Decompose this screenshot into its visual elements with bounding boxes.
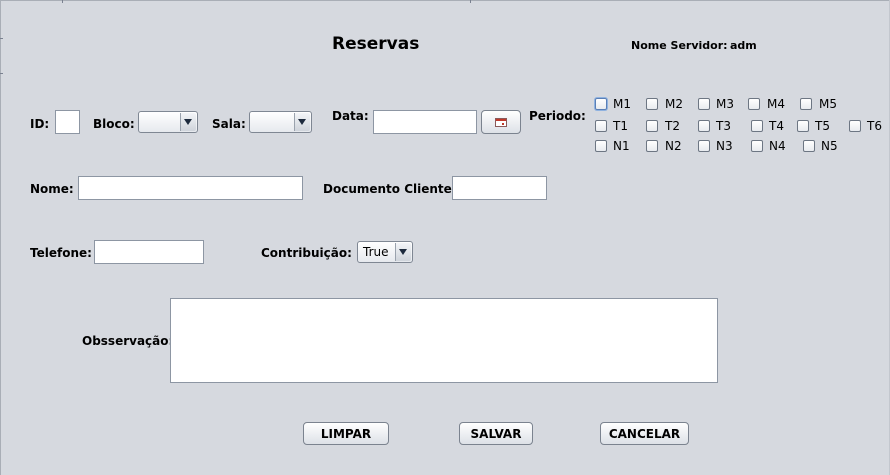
page-title: Reservas — [332, 34, 420, 54]
checkbox-m4[interactable] — [748, 98, 760, 110]
bloco-label: Bloco: — [93, 117, 135, 131]
checkbox-t1-label: T1 — [613, 119, 628, 133]
window-top-border — [0, 0, 890, 1]
telefone-input[interactable] — [94, 240, 204, 264]
checkbox-m3-label: M3 — [716, 97, 734, 111]
nome-input[interactable] — [78, 176, 303, 200]
checkbox-n2-label: N2 — [665, 139, 682, 153]
checkbox-m3[interactable] — [698, 98, 710, 110]
checkbox-m2[interactable] — [646, 98, 658, 110]
checkbox-t4[interactable] — [751, 120, 763, 132]
checkbox-n4-label: N4 — [769, 139, 786, 153]
checkbox-n3-label: N3 — [716, 139, 733, 153]
checkbox-t3-label: T3 — [716, 119, 731, 133]
server-name-label: Nome Servidor: — [631, 39, 728, 52]
window-left-border — [0, 0, 1, 475]
checkbox-t6-label: T6 — [867, 119, 882, 133]
id-label: ID: — [30, 117, 50, 131]
checkbox-t2[interactable] — [646, 120, 658, 132]
top-edge-tick — [470, 0, 471, 3]
checkbox-t5-label: T5 — [815, 119, 830, 133]
data-label: Data: — [332, 109, 369, 123]
date-picker-button[interactable] — [481, 110, 521, 134]
checkbox-n1[interactable] — [595, 140, 607, 152]
contribuicao-select-value: True — [363, 245, 389, 259]
nome-label: Nome: — [30, 182, 74, 196]
left-edge-tick — [0, 38, 3, 39]
checkbox-t4-label: T4 — [769, 119, 784, 133]
checkbox-n3[interactable] — [698, 140, 710, 152]
salvar-button[interactable]: SALVAR — [459, 422, 533, 445]
checkbox-t5[interactable] — [797, 120, 809, 132]
checkbox-m2-label: M2 — [665, 97, 683, 111]
checkbox-t6[interactable] — [849, 120, 861, 132]
checkbox-t3[interactable] — [698, 120, 710, 132]
contribuicao-label: Contribuição: — [261, 246, 352, 260]
id-input[interactable] — [55, 110, 80, 134]
chevron-down-icon[interactable] — [180, 113, 196, 131]
checkbox-m1-label: M1 — [613, 97, 631, 111]
checkbox-n5[interactable] — [803, 140, 815, 152]
observacao-label: Obsservação: — [82, 334, 174, 348]
checkbox-n2[interactable] — [646, 140, 658, 152]
checkbox-n4[interactable] — [751, 140, 763, 152]
checkbox-m4-label: M4 — [767, 97, 785, 111]
date-input[interactable] — [373, 110, 477, 134]
checkbox-m1[interactable] — [595, 98, 607, 110]
checkbox-n1-label: N1 — [613, 139, 630, 153]
checkbox-m5-label: M5 — [819, 97, 837, 111]
checkbox-m5[interactable] — [800, 98, 812, 110]
documento-input[interactable] — [452, 176, 547, 200]
documento-label: Documento Cliente: — [323, 182, 457, 196]
checkbox-t1[interactable] — [595, 120, 607, 132]
observacao-textarea[interactable] — [170, 298, 718, 383]
contribuicao-select[interactable]: True — [357, 241, 413, 263]
bloco-select[interactable] — [138, 111, 198, 133]
cancelar-button[interactable]: CANCELAR — [600, 422, 689, 445]
checkbox-t2-label: T2 — [665, 119, 680, 133]
server-name-value: adm — [730, 39, 757, 52]
sala-label: Sala: — [212, 117, 246, 131]
periodo-label: Periodo: — [529, 109, 586, 123]
left-edge-tick — [0, 73, 3, 74]
chevron-down-icon[interactable] — [395, 243, 411, 261]
sala-select[interactable] — [249, 111, 312, 133]
telefone-label: Telefone: — [30, 246, 92, 260]
checkbox-n5-label: N5 — [821, 139, 838, 153]
calendar-icon — [495, 118, 507, 127]
limpar-button[interactable]: LIMPAR — [303, 422, 389, 445]
chevron-down-icon[interactable] — [294, 113, 310, 131]
top-edge-tick — [62, 0, 63, 3]
